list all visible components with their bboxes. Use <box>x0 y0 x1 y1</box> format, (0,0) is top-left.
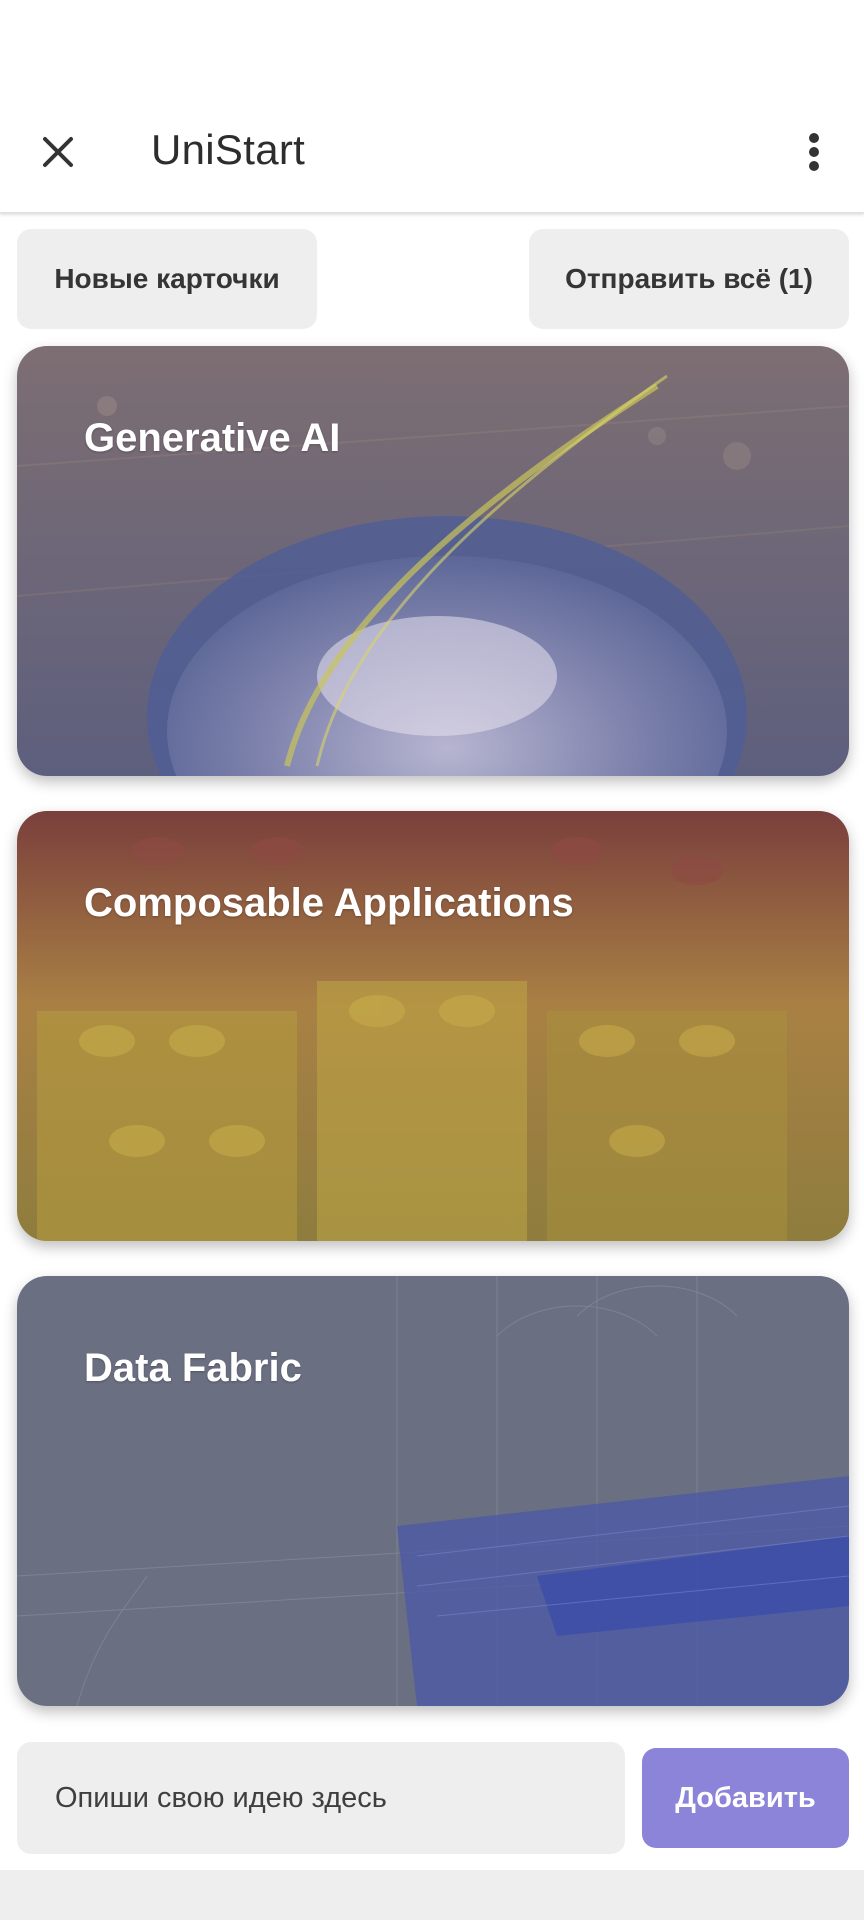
card-image <box>17 811 849 1241</box>
card-image <box>17 346 849 776</box>
new-cards-button[interactable]: Новые карточки <box>17 229 317 329</box>
app-bar: UniStart <box>0 0 864 214</box>
more-vertical-icon <box>809 133 819 171</box>
card-data-fabric[interactable]: Data Fabric <box>17 1276 849 1706</box>
close-button[interactable] <box>28 122 88 182</box>
close-icon <box>43 137 73 167</box>
add-button[interactable]: Добавить <box>642 1748 849 1848</box>
card-image <box>17 1276 849 1706</box>
idea-input[interactable] <box>17 1742 625 1854</box>
card-title: Composable Applications <box>84 881 574 925</box>
more-options-button[interactable] <box>790 122 838 182</box>
card-title: Data Fabric <box>84 1346 302 1390</box>
bottom-navigation-area <box>0 1870 864 1920</box>
send-all-button[interactable]: Отправить всё (1) <box>529 229 849 329</box>
app-title: UniStart <box>151 126 306 173</box>
card-generative-ai[interactable]: Generative AI <box>17 346 849 776</box>
card-composable-applications[interactable]: Composable Applications <box>17 811 849 1241</box>
card-title: Generative AI <box>84 416 341 460</box>
